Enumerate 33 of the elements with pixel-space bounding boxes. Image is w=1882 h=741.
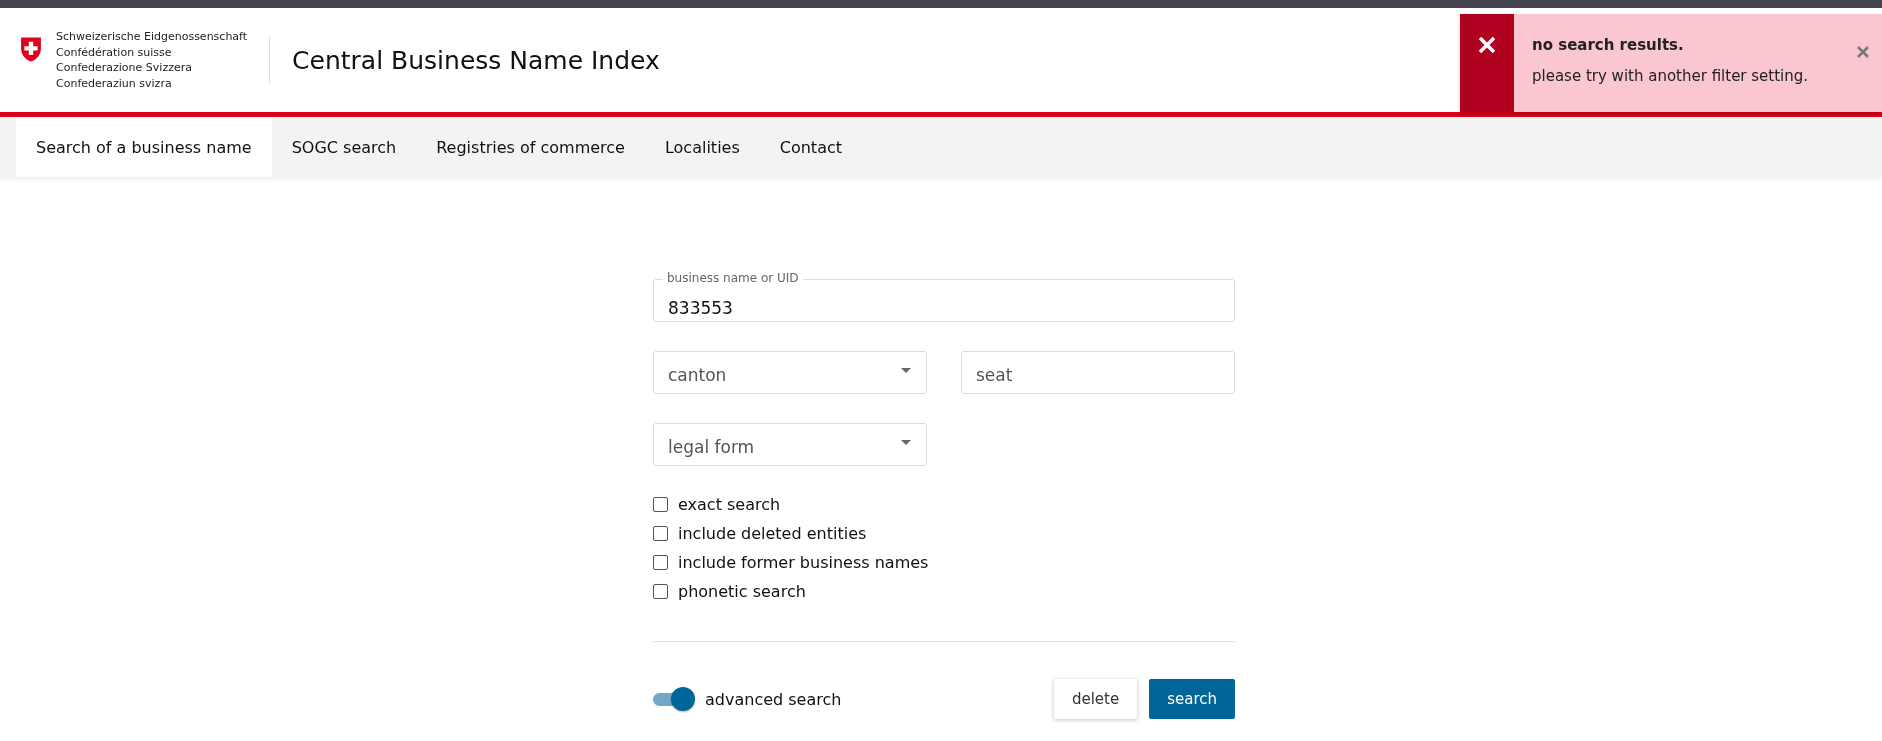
- checkbox-label: include former business names: [678, 552, 929, 572]
- toast-message: please try with another filter setting.: [1532, 67, 1809, 85]
- organisation-name: Schweizerische Eidgenossenschaft: [56, 29, 248, 45]
- delete-button[interactable]: delete: [1053, 679, 1138, 719]
- toast-title: no search results.: [1532, 36, 1685, 54]
- nav-tab[interactable]: SOGC search: [271, 117, 417, 177]
- toggle-switch[interactable]: [653, 687, 695, 711]
- field-label: business name or UID: [663, 272, 803, 285]
- nav-tab[interactable]: Registries of commerce: [416, 117, 645, 177]
- checkbox-label: include deleted entities: [678, 523, 867, 543]
- checkbox[interactable]: [653, 496, 668, 512]
- toggle-label: advanced search: [705, 689, 842, 709]
- nav-tab[interactable]: Localities: [644, 117, 760, 177]
- legal-form-select[interactable]: legal form: [653, 423, 927, 466]
- checkbox[interactable]: [653, 554, 668, 570]
- site-title: Central Business Name Index: [292, 45, 660, 75]
- checkbox-label: exact search: [678, 494, 781, 514]
- organisation-name: Confederaziun svizra: [56, 75, 173, 91]
- checkbox[interactable]: [653, 525, 668, 541]
- close-icon[interactable]: [1856, 45, 1870, 59]
- error-icon: [1477, 35, 1497, 55]
- nav-tab[interactable]: Contact: [759, 117, 862, 177]
- checkbox[interactable]: [653, 583, 668, 599]
- canton-select[interactable]: canton: [653, 351, 927, 394]
- search-button[interactable]: search: [1149, 679, 1235, 719]
- caret-icon: [901, 368, 911, 373]
- organisation-name: Confédération suisse: [56, 44, 173, 60]
- caret-icon: [901, 440, 911, 445]
- seat-field[interactable]: seat: [961, 351, 1235, 394]
- organisation-name: Confederazione Svizzera: [56, 60, 193, 76]
- nav-tab[interactable]: Search of a business name: [16, 117, 272, 177]
- shield-icon: [20, 35, 42, 63]
- checkbox-label: phonetic search: [678, 581, 806, 601]
